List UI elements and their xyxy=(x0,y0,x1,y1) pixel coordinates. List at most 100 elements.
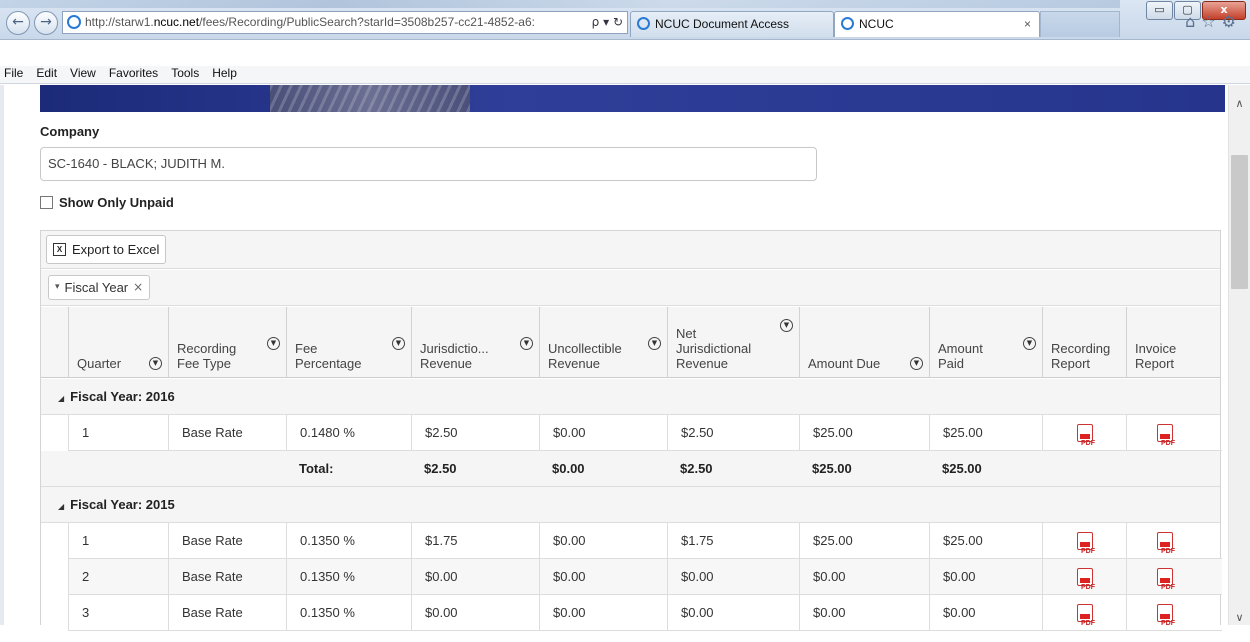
total-jurisdictional-revenue: $2.50 xyxy=(424,461,457,476)
filter-icon[interactable]: ▼ xyxy=(149,357,162,370)
url-host: ncuc.net xyxy=(153,15,200,29)
col-label: Amount Paid xyxy=(938,341,983,371)
scroll-down-icon[interactable]: ∨ xyxy=(1229,609,1250,627)
cell-amount-paid: $0.00 xyxy=(929,559,1042,595)
sort-down-icon[interactable]: ▾ xyxy=(55,276,60,299)
cell-invoice-report: PDF xyxy=(1126,559,1203,595)
company-field[interactable]: SC-1640 - BLACK; JUDITH M. xyxy=(40,147,817,181)
minimize-button[interactable]: ▭ xyxy=(1146,1,1173,20)
group-title: Fiscal Year: 2016 xyxy=(70,389,175,404)
col-recording-fee-type[interactable]: Recording Fee Type ▼ xyxy=(168,307,286,378)
filter-icon[interactable]: ▼ xyxy=(648,337,661,350)
filter-icon[interactable]: ▼ xyxy=(392,337,405,350)
vertical-scrollbar[interactable]: ∧ ∨ xyxy=(1228,85,1250,625)
collapse-arrow-icon[interactable]: ◢ xyxy=(58,394,64,403)
pdf-icon[interactable]: PDF xyxy=(1157,532,1175,555)
cell-net-revenue: $0.00 xyxy=(667,595,799,631)
cell-fee-percentage: 0.1480 % xyxy=(286,415,411,451)
new-tab-button[interactable] xyxy=(1040,11,1120,37)
tab-ncuc[interactable]: NCUC × xyxy=(834,11,1040,37)
filter-icon[interactable]: ▼ xyxy=(1023,337,1036,350)
pdf-icon[interactable]: PDF xyxy=(1157,604,1175,627)
cell-uncollectible-revenue: $0.00 xyxy=(539,523,667,559)
cell-fee-type: Base Rate xyxy=(168,559,286,595)
grid-header: Quarter ▼ Recording Fee Type ▼ Fee Percent… xyxy=(41,307,1220,378)
col-uncollectible-revenue[interactable]: Uncollectible Revenue ▼ xyxy=(539,307,667,378)
col-quarter[interactable]: Quarter ▼ xyxy=(68,307,168,378)
col-jurisdictional-revenue[interactable]: Jurisdictio... Revenue ▼ xyxy=(411,307,539,378)
menu-favorites[interactable]: Favorites xyxy=(109,66,158,80)
back-button[interactable]: ← xyxy=(6,11,30,35)
table-row[interactable]: 2 Base Rate 0.1350 % $0.00 $0.00 $0.00 $… xyxy=(68,559,1222,595)
total-net-revenue: $2.50 xyxy=(680,461,713,476)
url-prefix: http://starw1. xyxy=(85,15,154,29)
table-row[interactable]: 3 Base Rate 0.1350 % $0.00 $0.00 $0.00 $… xyxy=(68,595,1222,631)
col-label: Recording Fee Type xyxy=(177,341,237,371)
favorites-star-icon[interactable]: ☆ xyxy=(1201,12,1221,31)
filter-icon[interactable]: ▼ xyxy=(520,337,533,350)
address-bar[interactable]: http://starw1.ncuc.net/fees/Recording/Pu… xyxy=(62,11,628,34)
settings-gear-icon[interactable]: ⚙ xyxy=(1222,12,1242,31)
group-header-2016[interactable]: ◢ Fiscal Year: 2016 xyxy=(41,379,1220,415)
filter-icon[interactable]: ▼ xyxy=(910,357,923,370)
address-tools[interactable]: ρ ▾ ↻ xyxy=(585,12,623,33)
filter-icon[interactable]: ▼ xyxy=(780,319,793,332)
menu-edit[interactable]: Edit xyxy=(36,66,57,80)
tab-label: NCUC xyxy=(859,17,894,31)
tab-close-icon[interactable]: × xyxy=(1024,12,1031,36)
table-row[interactable]: 1 Base Rate 0.1480 % $2.50 $0.00 $2.50 $… xyxy=(68,415,1222,451)
fees-grid: X Export to Excel ▾ Fiscal Year × Quarte… xyxy=(40,230,1222,631)
export-to-excel-button[interactable]: X Export to Excel xyxy=(46,235,167,264)
cell-fee-type: Base Rate xyxy=(168,595,286,631)
filter-icon[interactable]: ▼ xyxy=(267,337,280,350)
group-chip-fiscal-year[interactable]: ▾ Fiscal Year × xyxy=(48,275,151,300)
cell-quarter: 1 xyxy=(68,415,168,451)
cell-amount-paid: $0.00 xyxy=(929,595,1042,631)
group-header-2015[interactable]: ◢ Fiscal Year: 2015 xyxy=(41,487,1220,523)
tab-ncuc-document-access[interactable]: NCUC Document Access xyxy=(630,11,834,37)
total-uncollectible-revenue: $0.00 xyxy=(552,461,585,476)
col-net-jurisdictional-revenue[interactable]: Net Jurisdictional Revenue ▼ xyxy=(667,307,799,378)
col-fee-percentage[interactable]: Fee Percentage ▼ xyxy=(286,307,411,378)
show-unpaid-label: Show Only Unpaid xyxy=(59,195,174,210)
col-recording-report[interactable]: Recording Report xyxy=(1042,307,1126,378)
group-chip-label: Fiscal Year xyxy=(64,280,129,295)
url-rest: /fees/Recording/PublicSearch?starId=3508… xyxy=(199,15,535,29)
remove-group-icon[interactable]: × xyxy=(133,276,143,299)
forward-button[interactable]: → xyxy=(34,11,58,35)
col-amount-paid[interactable]: Amount Paid ▼ xyxy=(929,307,1042,378)
collapse-arrow-icon[interactable]: ◢ xyxy=(58,502,64,511)
show-unpaid-checkbox[interactable] xyxy=(40,196,53,209)
pdf-icon[interactable]: PDF xyxy=(1077,424,1095,447)
cell-jurisdictional-revenue: $0.00 xyxy=(411,559,539,595)
pdf-icon[interactable]: PDF xyxy=(1077,532,1095,555)
export-label: Export to Excel xyxy=(72,242,160,257)
cell-recording-report: PDF xyxy=(1042,415,1126,451)
menu-help[interactable]: Help xyxy=(212,66,237,80)
col-label: Quarter xyxy=(77,356,122,371)
cell-quarter: 1 xyxy=(68,523,168,559)
pdf-icon[interactable]: PDF xyxy=(1077,604,1095,627)
menu-items: File Edit View Favorites Tools Help xyxy=(4,66,237,80)
taskbar-strip xyxy=(0,0,1120,8)
scroll-thumb[interactable] xyxy=(1231,155,1248,289)
pdf-icon[interactable]: PDF xyxy=(1157,424,1175,447)
company-label: Company xyxy=(40,124,100,139)
menu-file[interactable]: File xyxy=(4,66,23,80)
col-invoice-report[interactable]: Invoice Report xyxy=(1126,307,1203,378)
menu-tools[interactable]: Tools xyxy=(171,66,199,80)
cell-invoice-report: PDF xyxy=(1126,523,1203,559)
scroll-up-icon[interactable]: ∧ xyxy=(1229,95,1250,113)
col-amount-due[interactable]: Amount Due ▼ xyxy=(799,307,929,378)
cell-fee-percentage: 0.1350 % xyxy=(286,559,411,595)
cell-amount-due: $0.00 xyxy=(799,595,929,631)
pdf-icon[interactable]: PDF xyxy=(1157,568,1175,591)
table-row[interactable]: 1 Base Rate 0.1350 % $1.75 $0.00 $1.75 $… xyxy=(68,523,1222,559)
show-unpaid-row[interactable]: Show Only Unpaid xyxy=(40,195,174,210)
cell-amount-due: $25.00 xyxy=(799,523,929,559)
menu-view[interactable]: View xyxy=(70,66,96,80)
browser-icons: ⌂☆⚙ xyxy=(1185,12,1242,31)
pdf-icon[interactable]: PDF xyxy=(1077,568,1095,591)
home-icon[interactable]: ⌂ xyxy=(1185,12,1201,31)
cell-net-revenue: $0.00 xyxy=(667,559,799,595)
